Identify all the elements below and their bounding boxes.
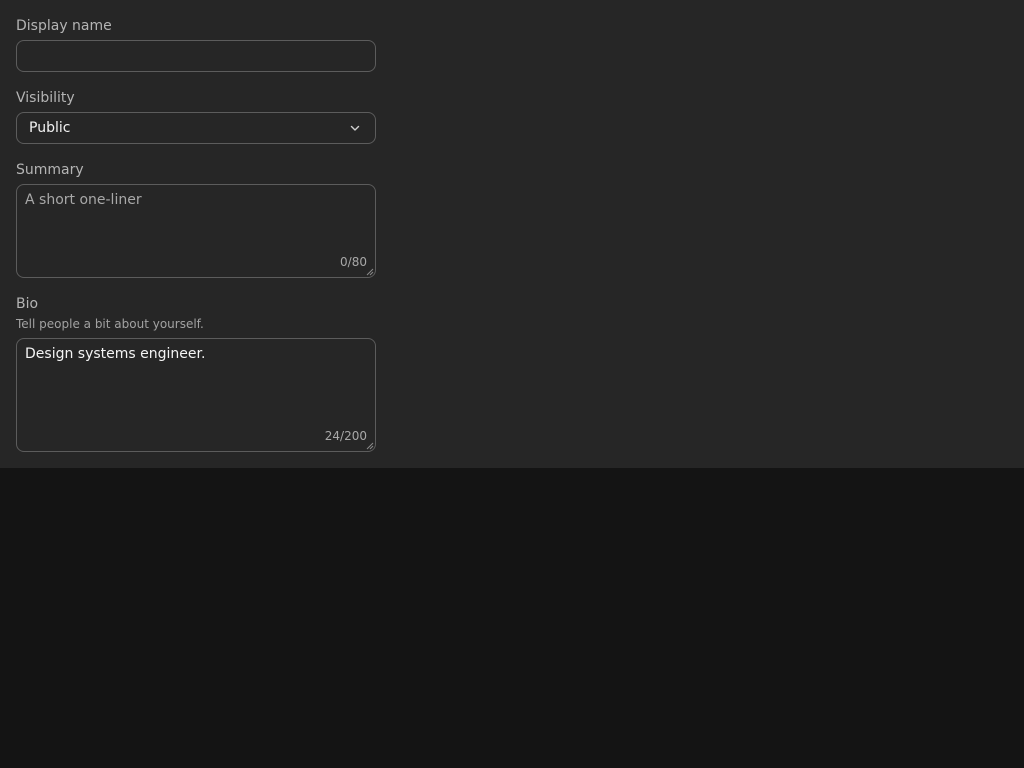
display-name-label: Display name <box>16 18 112 34</box>
bio-char-counter: 24/200 <box>324 429 367 443</box>
visibility-label: Visibility <box>16 90 75 106</box>
resize-grip-icon[interactable] <box>366 442 374 450</box>
summary-placeholder: A short one-liner <box>25 192 142 208</box>
bio-label: Bio <box>16 296 39 312</box>
summary-textarea[interactable]: A short one-liner 0/80 <box>16 184 376 278</box>
chevron-down-icon <box>350 125 360 131</box>
display-name-input[interactable] <box>16 40 376 72</box>
visibility-select[interactable]: Public <box>16 112 376 144</box>
bio-textarea[interactable]: Design systems engineer. 24/200 <box>16 338 376 452</box>
profile-form-panel: Display name Visibility Public Summary A… <box>0 0 1024 468</box>
bio-value: Design systems engineer. <box>25 346 206 362</box>
summary-label: Summary <box>16 162 84 178</box>
bio-hint: Tell people a bit about yourself. <box>16 317 204 331</box>
visibility-selected-value: Public <box>29 120 71 136</box>
summary-char-counter: 0/80 <box>340 255 367 269</box>
resize-grip-icon[interactable] <box>366 268 374 276</box>
